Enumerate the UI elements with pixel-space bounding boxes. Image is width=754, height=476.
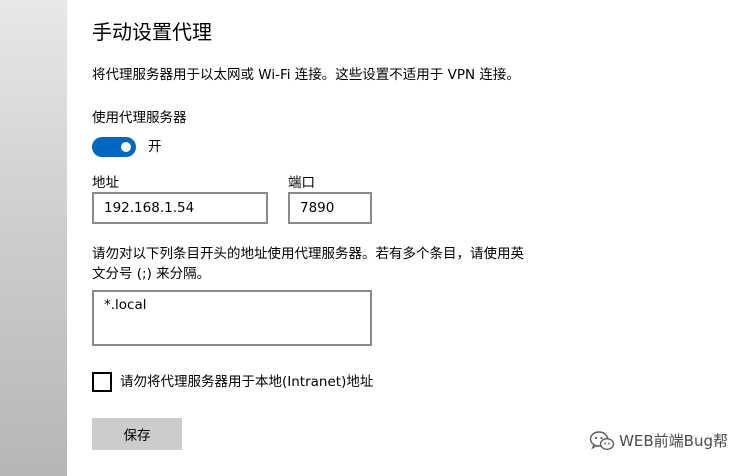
local-bypass-label: 请勿将代理服务器用于本地(Intranet)地址 [120, 374, 374, 390]
exceptions-label: 请勿对以下列条目开头的地址使用代理服务器。若有多个条目，请使用英 文分号 (;)… [92, 244, 552, 284]
exceptions-label-line1: 请勿对以下列条目开头的地址使用代理服务器。若有多个条目，请使用英 [92, 246, 524, 262]
toggle-knob [121, 142, 131, 152]
use-proxy-toggle[interactable] [92, 137, 136, 157]
wechat-icon [589, 431, 615, 451]
address-label: 地址 [92, 175, 119, 191]
watermark-text: WEB前端Bug帮 [619, 432, 728, 450]
use-proxy-toggle-row: 开 [92, 136, 162, 158]
address-input[interactable] [92, 192, 268, 224]
local-bypass-checkbox[interactable] [92, 372, 112, 392]
port-label: 端口 [288, 175, 315, 191]
exceptions-textarea[interactable]: *.local [92, 290, 372, 346]
use-proxy-label: 使用代理服务器 [92, 110, 187, 126]
save-button[interactable]: 保存 [92, 418, 182, 450]
page-title: 手动设置代理 [92, 20, 212, 44]
watermark: WEB前端Bug帮 [589, 430, 728, 452]
left-sidebar [0, 0, 67, 476]
settings-content: 手动设置代理 将代理服务器用于以太网或 Wi-Fi 连接。这些设置不适用于 VP… [92, 0, 742, 476]
toggle-state-text: 开 [148, 139, 162, 155]
local-bypass-row: 请勿将代理服务器用于本地(Intranet)地址 [92, 371, 373, 393]
port-input[interactable] [288, 192, 372, 224]
page-description: 将代理服务器用于以太网或 Wi-Fi 连接。这些设置不适用于 VPN 连接。 [92, 67, 520, 83]
proxy-settings-window: 手动设置代理 将代理服务器用于以太网或 Wi-Fi 连接。这些设置不适用于 VP… [0, 0, 754, 476]
exceptions-label-line2: 文分号 (;) 来分隔。 [92, 266, 211, 282]
